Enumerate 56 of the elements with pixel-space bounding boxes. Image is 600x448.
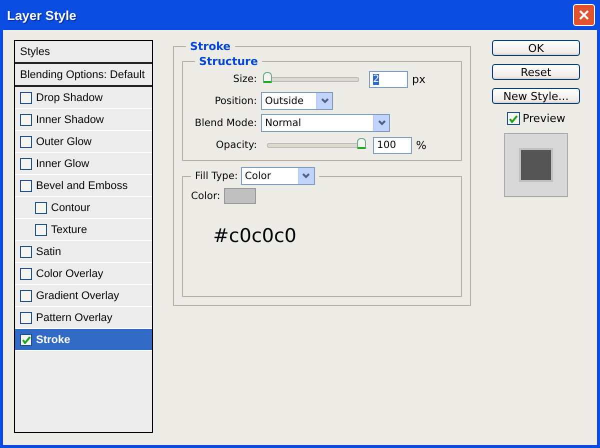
sidebar-item[interactable]: Gradient Overlay [15,285,152,307]
preview-thumbnail [504,133,568,197]
checkbox[interactable] [35,202,47,214]
sidebar-item[interactable]: Color Overlay [15,263,152,285]
section-title: Structure [198,55,259,68]
unit-label: px [412,72,426,86]
color-swatch[interactable] [224,188,256,204]
sidebar-item[interactable]: Outer Glow [15,131,152,153]
sidebar-item[interactable]: Inner Shadow [15,109,152,131]
dialog-button[interactable]: New Style... [492,88,580,104]
slider-thumb[interactable] [357,138,366,148]
sidebar-item[interactable]: Satin [15,241,152,263]
checkbox[interactable] [20,334,32,346]
dialog-button[interactable]: Reset [492,64,580,80]
preview-label: Preview [522,112,566,125]
checkbox[interactable] [20,290,32,302]
chevron-down-icon [320,98,328,104]
close-icon [578,9,590,21]
color-note: #c0c0c0 [213,225,298,247]
position-dropdown[interactable]: Outside [261,92,333,110]
checkbox[interactable] [20,92,32,104]
checkbox[interactable] [20,136,32,148]
checkbox[interactable] [20,180,32,192]
checkbox[interactable] [506,112,520,125]
chevron-down-icon [302,173,310,179]
close-button[interactable] [573,4,595,26]
sidebar-item[interactable]: Bevel and Emboss [15,175,152,197]
checkbox[interactable] [20,114,32,126]
sidebar-item[interactable]: Texture [15,219,152,241]
checkbox[interactable] [20,268,32,280]
fill-type-label: Fill Type: [195,170,238,182]
fill-type-dropdown[interactable]: Color [240,167,315,185]
sidebar-item[interactable]: Blending Options: Default [15,64,152,87]
blend-mode-label: Blend Mode: [194,118,257,128]
checkbox[interactable] [20,246,32,258]
checkbox[interactable] [35,224,47,236]
slider-thumb[interactable] [263,72,272,82]
checkbox[interactable] [20,158,32,170]
window-title: Layer Style [7,8,76,22]
sidebar-item[interactable]: Drop Shadow [15,87,152,109]
section-title: Stroke [189,40,232,53]
sidebar-item[interactable]: Inner Glow [15,153,152,175]
sidebar-item[interactable]: Styles [15,41,152,64]
blend-mode-dropdown[interactable]: Normal [261,114,390,132]
checkbox[interactable] [20,312,32,324]
sidebar-item[interactable]: Stroke [15,329,152,351]
chevron-down-icon [378,120,386,126]
sidebar-item[interactable]: Contour [15,197,152,219]
size-label: Size: [232,74,257,84]
size-field[interactable]: 2 [369,70,408,88]
position-label: Position: [214,96,257,106]
opacity-field[interactable]: 100 [373,136,412,154]
opacity-label: Opacity: [214,140,257,150]
unit-label: % [416,138,426,152]
dialog-button[interactable]: OK [492,40,580,56]
color-label: Color: [191,190,220,202]
